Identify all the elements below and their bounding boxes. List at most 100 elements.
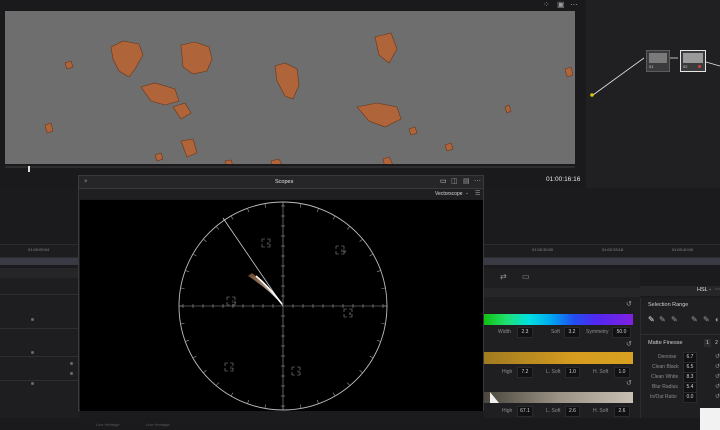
control-dot[interactable] (31, 351, 34, 354)
mode-dropdown-icon[interactable]: ⌄ (708, 286, 712, 292)
control-dot[interactable] (31, 318, 34, 321)
sat-lsoft-field[interactable]: 1.0 (565, 367, 580, 378)
hue-symmetry-label: Symmetry (586, 329, 609, 335)
scopes-more-icon[interactable]: ⋯ (474, 178, 481, 186)
vectorscope-target-label: G (230, 366, 233, 370)
footer-label[interactable]: Live Heritage (96, 422, 120, 427)
matte-tab-1[interactable]: 1 (704, 339, 711, 347)
graticule-tick (192, 253, 197, 257)
scope-type-select[interactable]: Vectorscope (435, 191, 463, 197)
hue-soft-field[interactable]: 3.2 (564, 327, 580, 338)
panel-more-icon[interactable]: ⋯ (715, 286, 720, 293)
left-palette-row (0, 328, 80, 329)
clean-black-reset-icon[interactable]: ↺ (715, 363, 720, 371)
graticule-tick (247, 399, 250, 404)
graticule-tick (180, 323, 185, 325)
node-01-label: 01 (649, 64, 654, 69)
scrub-bar[interactable] (5, 166, 575, 168)
vectorscope-target-g: G (224, 362, 234, 372)
feather-plus-icon[interactable]: ✎ (703, 316, 710, 324)
lum-lsoft-field[interactable]: 2.6 (565, 406, 580, 417)
graticule-tick (316, 208, 319, 213)
section-divider (641, 334, 720, 335)
graticule-tick (247, 208, 250, 213)
hue-soft-label: Soft (551, 329, 560, 335)
node-02-thumbnail (683, 53, 703, 63)
hue-symmetry-field[interactable]: 50.0 (612, 327, 631, 338)
picker-minus-icon[interactable]: ✎ (659, 316, 666, 324)
sat-hsoft-field[interactable]: 1.0 (614, 367, 630, 378)
vectorscope-target-label: Mg (341, 249, 346, 253)
hue-width-field[interactable]: 2.3 (517, 327, 533, 338)
matte-tab-2[interactable]: 2 (713, 339, 720, 347)
qualifier-toolbar: ⇄ ▭ (484, 268, 640, 284)
footer-bar: Live Heritage Live Heritage (0, 418, 720, 430)
lum-low-handle[interactable] (490, 392, 499, 403)
control-dot[interactable] (70, 372, 73, 375)
scope-settings-icon[interactable]: ☰ (475, 190, 480, 197)
scopes-titlebar[interactable]: × Scopes ▭ ◫ ▤ ⋯ (79, 176, 483, 189)
invert-icon[interactable]: ◐ (715, 316, 720, 324)
graticule-tick (332, 392, 336, 397)
in-out-ratio-field[interactable]: 0.0 (683, 392, 697, 403)
scope-type-dropdown-icon[interactable]: ⌄ (465, 190, 469, 196)
hue-spectrum-bar[interactable] (484, 314, 633, 325)
ruler-label: 01:00:33:18 (602, 247, 624, 252)
sat-bar[interactable] (484, 352, 633, 364)
feather-minus-icon[interactable]: ✎ (691, 316, 698, 324)
graticule-tick (359, 238, 363, 242)
viewer-toolbar: ⁘ ▣ ⋯ (0, 0, 586, 10)
vectorscope-target-b: B (343, 308, 353, 318)
scopes-close-icon[interactable]: × (84, 178, 88, 186)
sat-reset-icon[interactable]: ↺ (626, 341, 632, 349)
denoise-label: Denoise (658, 354, 677, 360)
node-02[interactable]: 02 (680, 50, 706, 72)
dual-view-icon[interactable]: ◫ (451, 178, 458, 186)
blur-radius-reset-icon[interactable]: ↺ (715, 383, 720, 391)
control-dot[interactable] (70, 362, 73, 365)
sat-high-field[interactable]: 7.2 (517, 367, 533, 378)
graticule-tick (332, 215, 336, 220)
blur-radius-label: Blur Radius (652, 384, 678, 390)
lum-hsoft-field[interactable]: 2.6 (614, 406, 630, 417)
viewer-mode-icon[interactable]: ▣ (557, 1, 565, 9)
in-out-ratio-reset-icon[interactable]: ↺ (715, 393, 720, 401)
left-palette-row (0, 294, 80, 295)
ruler-label: 01:00:40:00 (672, 247, 694, 252)
graticule-tick (369, 355, 374, 359)
graticule-tick (192, 355, 197, 359)
lum-high-label: High (502, 408, 513, 414)
lum-bar[interactable] (484, 392, 633, 403)
viewer-options-icon[interactable]: ⁘ (543, 1, 550, 9)
denoise-reset-icon[interactable]: ↺ (715, 353, 720, 361)
clean-white-reset-icon[interactable]: ↺ (715, 373, 720, 381)
hue-reset-icon[interactable]: ↺ (626, 301, 632, 309)
node-01[interactable]: 01 (646, 50, 670, 72)
vectorscope-target-label: Cy (232, 300, 237, 304)
quad-view-icon[interactable]: ▤ (463, 178, 470, 186)
link-icon[interactable]: ⇄ (500, 273, 507, 281)
picker-plus-icon[interactable]: ✎ (671, 316, 678, 324)
graticule-tick (347, 226, 351, 230)
footer-label[interactable]: Live Heritage (146, 422, 170, 427)
node-editor[interactable]: 01 02 (586, 0, 720, 188)
key-icon[interactable]: ▭ (522, 273, 530, 281)
playhead-marker[interactable] (28, 166, 30, 172)
clean-white-label: Clean White (651, 374, 679, 380)
picker-icon[interactable]: ✎ (648, 316, 655, 324)
graticule-tick (230, 215, 234, 220)
viewer-more-icon[interactable]: ⋯ (570, 1, 578, 9)
vectorscope-target-cy: Cy (226, 296, 237, 306)
viewer-frame[interactable] (5, 11, 575, 170)
qualifier-header: HSL ⌄ ⋯ (640, 286, 720, 296)
qualifier-mode-select[interactable]: HSL (697, 287, 708, 293)
graticule-tick (264, 203, 266, 208)
lum-high-field[interactable]: 67.1 (517, 406, 533, 417)
graticule-tick (316, 399, 319, 404)
single-view-icon[interactable]: ▭ (440, 178, 447, 186)
vectorscope-canvas: R Mg B Cy G Yl (80, 200, 483, 411)
lum-reset-icon[interactable]: ↺ (626, 380, 632, 388)
control-dot[interactable] (31, 382, 34, 385)
scopes-window[interactable]: × Scopes ▭ ◫ ▤ ⋯ Vectorscope ⌄ ☰ R Mg B Cy G… (78, 175, 484, 411)
left-palette-row (0, 356, 80, 357)
